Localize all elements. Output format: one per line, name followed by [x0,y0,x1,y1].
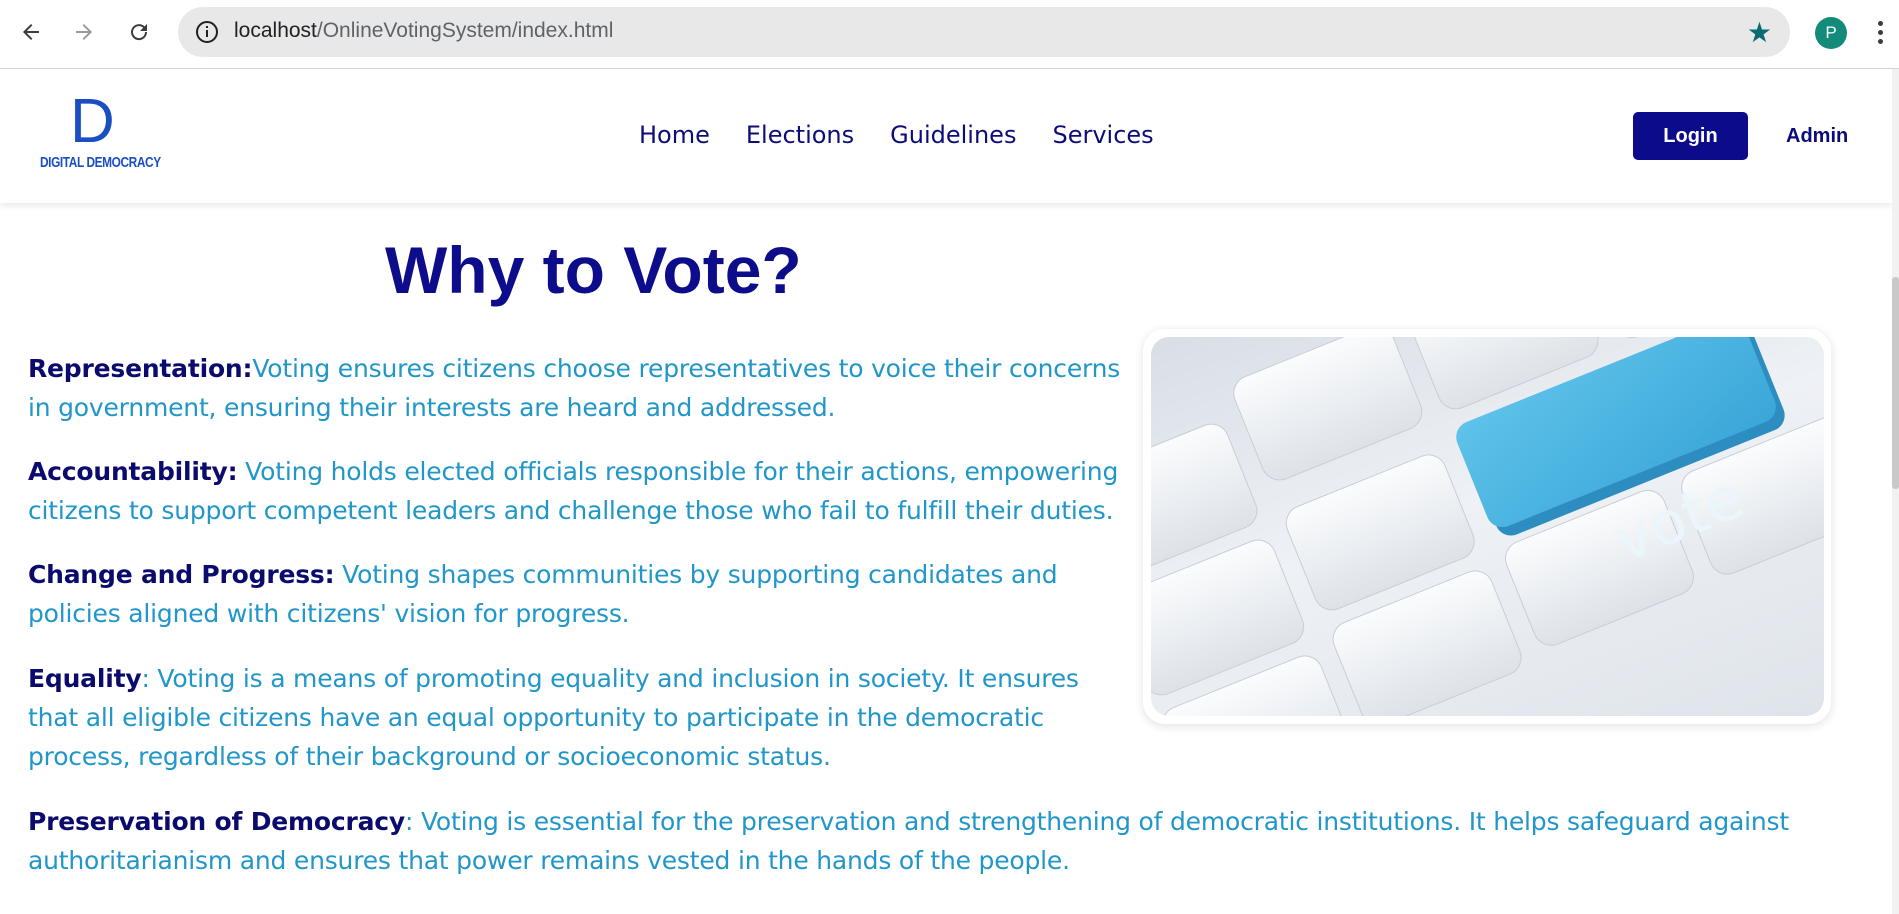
main-nav: Home Elections Guidelines Services [639,121,1154,149]
profile-avatar[interactable]: P [1815,17,1847,49]
forward-arrow-icon[interactable] [66,14,102,50]
nav-elections[interactable]: Elections [746,121,854,149]
back-arrow-icon[interactable] [13,14,49,50]
logo-letter: D [70,87,115,156]
nav-guidelines[interactable]: Guidelines [890,121,1016,149]
login-button[interactable]: Login [1633,112,1748,160]
site-info-icon[interactable] [194,19,220,45]
url-text[interactable]: localhost/OnlineVotingSystem/index.html [234,19,613,43]
point-title: Accountability: [28,457,238,486]
point-preservation: Preservation of Democracy: Voting is ess… [28,802,1848,880]
url-path: /OnlineVotingSystem/index.html [316,19,614,42]
admin-link[interactable]: Admin [1786,125,1848,148]
point-title: Change and Progress: [28,560,335,589]
logo-text: DIGITAL DEMOCRACY [40,155,161,171]
nav-services[interactable]: Services [1052,121,1153,149]
bookmark-star-icon[interactable]: ★ [1747,16,1772,49]
address-bar[interactable]: localhost/OnlineVotingSystem/index.html … [178,7,1790,57]
browser-toolbar: localhost/OnlineVotingSystem/index.html … [0,0,1899,69]
url-host: localhost [234,19,317,42]
point-accountability: Accountability: Voting holds elected off… [28,452,1148,530]
page-scrollbar[interactable] [1892,69,1899,914]
page-heading: Why to Vote? [385,233,802,307]
site-header: D DIGITAL DEMOCRACY Home Elections Guide… [0,69,1892,203]
reload-icon[interactable] [121,14,157,50]
site-logo[interactable]: D DIGITAL DEMOCRACY [38,91,161,177]
point-change-progress: Change and Progress: Voting shapes commu… [28,555,1148,633]
scrollbar-thumb[interactable] [1892,277,1899,489]
point-representation: Representation:Voting ensures citizens c… [28,349,1148,427]
point-title: Preservation of Democracy [28,807,405,836]
vote-keyboard-image: vote [1151,337,1824,716]
nav-home[interactable]: Home [639,121,710,149]
point-title: Equality [28,664,142,693]
point-text: : Voting is a means of promoting equalit… [28,664,1079,771]
point-equality: Equality: Voting is a means of promoting… [28,659,1128,776]
vote-image-card: vote [1143,329,1831,724]
point-title: Representation: [28,354,253,383]
browser-menu-icon[interactable] [1870,14,1890,50]
keyboard-keys: vote [1151,337,1824,716]
